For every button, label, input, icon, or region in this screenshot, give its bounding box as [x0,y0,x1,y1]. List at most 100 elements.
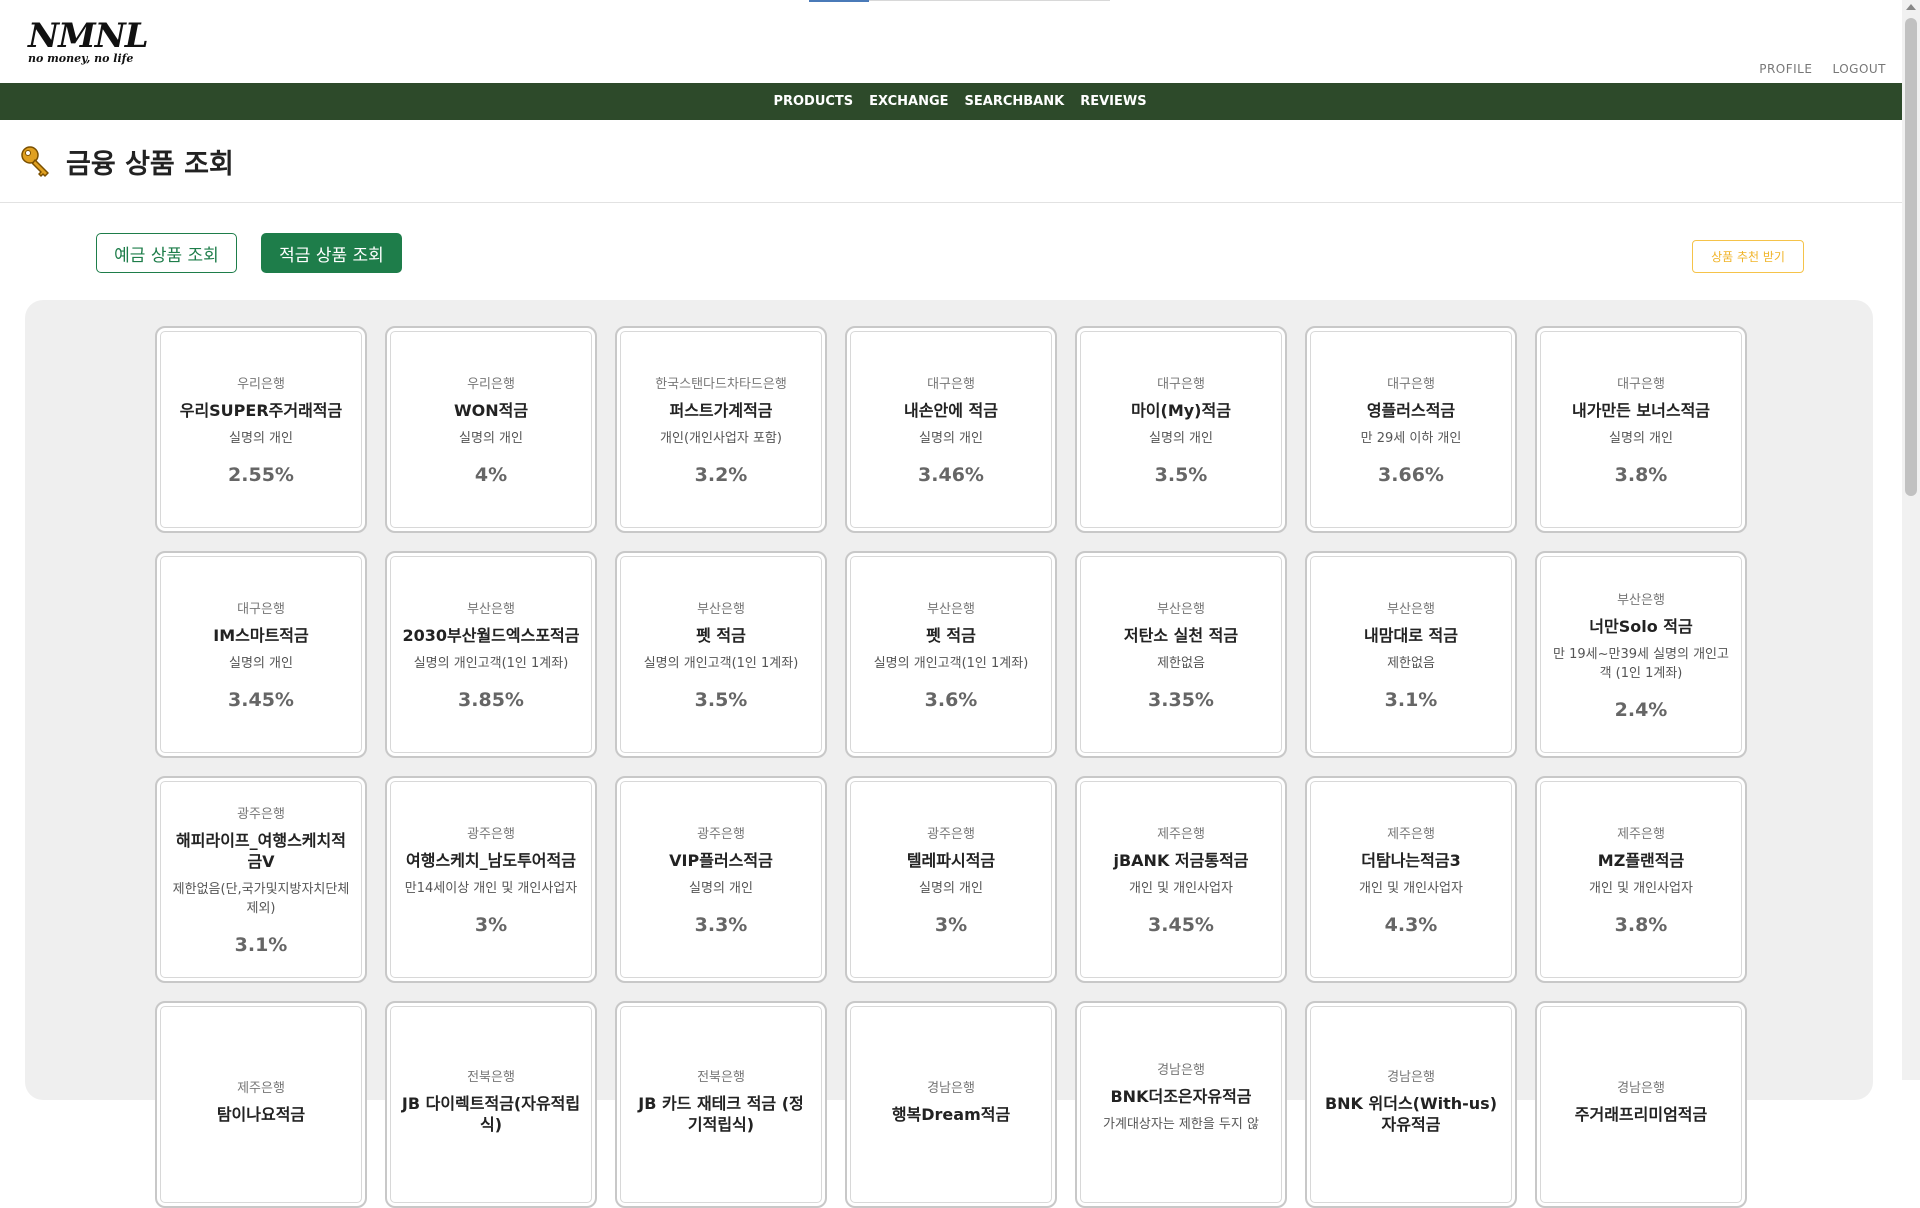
product-name: 해피라이프_여행스케치적금V [176,831,346,871]
product-card[interactable]: 부산은행 내맘대로 적금 제한없음 3.1% [1305,551,1517,758]
product-card[interactable]: 부산은행 너만Solo 적금 만 19세~만39세 실명의 개인고객 (1인 1계좌… [1535,551,1747,758]
product-card[interactable]: 우리은행 WON적금 실명의 개인 4% [385,326,597,533]
product-bank-name: 대구은행 [1387,377,1435,392]
product-name: 내가만든 보너스적금 [1571,401,1711,420]
product-rate: 3.8% [1614,464,1668,486]
product-rate: 3.46% [918,464,984,486]
product-card[interactable]: 제주은행 MZ플랜적금 개인 및 개인사업자 3.8% [1535,776,1747,983]
product-target: 개인 및 개인사업자 [1589,881,1693,896]
nav-searchbank[interactable]: SEARCHBANK [965,94,1065,109]
product-rate: 3.85% [458,689,524,711]
page-scrollbar[interactable] [1902,0,1920,1080]
site-logo[interactable]: NMNL no money, no life [28,16,149,65]
product-target: 실명의 개인 [919,881,983,896]
product-target: 가계대상자는 제한을 두지 않 [1103,1117,1259,1132]
product-rate: 3.45% [1148,914,1214,936]
product-card[interactable]: 경남은행행복Dream적금 [845,1001,1057,1208]
product-name: 더탐나는적금3 [1361,851,1461,870]
product-target: 실명의 개인 [689,881,753,896]
product-name: 행복Dream적금 [891,1104,1011,1124]
product-rate: 3.1% [1384,689,1438,711]
product-card[interactable]: 부산은행 펫 적금 실명의 개인고객(1인 1계좌) 3.6% [845,551,1057,758]
product-card[interactable]: 광주은행 여행스케치_남도투어적금 만14세이상 개인 및 개인사업자 3% [385,776,597,983]
product-name: 마이(My)적금 [1131,401,1231,420]
product-card[interactable]: 한국스탠다드차타드은행퍼스트가계적금개인(개인사업자 포함) 3.2% [615,326,827,533]
product-name: 영플러스적금 [1366,401,1456,420]
product-bank-name: 대구은행 [1157,377,1205,392]
product-name: 너만Solo 적금 [1589,616,1693,636]
product-card[interactable]: 부산은행 저탄소 실천 적금 제한없음 3.35% [1075,551,1287,758]
nav-reviews[interactable]: REVIEWS [1080,94,1146,109]
product-target: 실명의 개인 [229,656,293,671]
scroll-up-icon[interactable] [1906,4,1916,10]
product-name: JB 카드 재테크 적금 (정기적립식) [638,1094,804,1134]
product-target: 실명의 개인고객(1인 1계좌) [873,656,1029,671]
product-bank-name: 광주은행 [467,827,515,842]
top-header: NMNL no money, no life PROFILE LOGOUT [0,0,1920,83]
product-card[interactable]: 부산은행 2030부산월드엑스포적금 실명의 개인고객(1인 1계좌) 3.85% [385,551,597,758]
nav-exchange[interactable]: EXCHANGE [869,94,948,109]
deposit-products-tab[interactable]: 예금 상품 조회 [96,233,237,273]
product-card[interactable]: 부산은행 펫 적금 실명의 개인고객(1인 1계좌) 3.5% [615,551,827,758]
product-target: 실명의 개인고객(1인 1계좌) [643,656,799,671]
logout-link[interactable]: LOGOUT [1832,62,1886,76]
product-rate: 3.6% [924,689,978,711]
product-bank-name: 부산은행 [1387,602,1435,617]
product-target: 개인(개인사업자 포함) [660,431,782,446]
product-card[interactable]: 대구은행 마이(My)적금 실명의 개인 3.5% [1075,326,1287,533]
product-card[interactable]: 광주은행 텔레파시적금 실명의 개인 3% [845,776,1057,983]
product-target: 개인 및 개인사업자 [1359,881,1463,896]
product-name: WON적금 [453,401,529,420]
product-rate: 3.35% [1148,689,1214,711]
product-bank-name: 제주은행 [1157,827,1205,842]
product-bank-name: 경남은행 [927,1080,975,1096]
product-target: 만14세이상 개인 및 개인사업자 [404,881,578,896]
product-card[interactable]: 경남은행 주거래프리미엄적금 [1535,1001,1747,1208]
product-card[interactable]: 대구은행 내가만든 보너스적금 실명의 개인 3.8% [1535,326,1747,533]
product-rate: 3.5% [1154,464,1208,486]
product-name: BNK더조은자유적금 [1110,1087,1252,1106]
product-card[interactable]: 광주은행 해피라이프_여행스케치적금V 제한없음(단,국가및지방자치단체제외) 3.1… [155,776,367,983]
product-target: 실명의 개인 [919,431,983,446]
scroll-thumb[interactable] [1905,18,1917,496]
product-target: 실명의 개인고객(1인 1계좌) [413,656,569,671]
product-bank-name: 경남은행 [1617,1080,1665,1096]
product-target: 제한없음 [1387,656,1435,671]
logo-wordmark: NMNL [28,16,149,56]
product-card[interactable]: 우리은행 우리SUPER주거래적금 실명의 개인 2.55% [155,326,367,533]
product-target: 제한없음 [1157,656,1205,671]
product-rate: 3.8% [1614,914,1668,936]
product-rate: 3.2% [694,464,748,486]
product-card[interactable]: 경남은행 BNK더조은자유적금가계대상자는 제한을 두지 않 [1075,1001,1287,1208]
product-card[interactable]: 경남은행 BNK 위더스(With-us)자유적금 [1305,1001,1517,1208]
product-bank-name: 제주은행 [237,1080,285,1096]
product-card[interactable]: 전북은행 JB 카드 재테크 적금 (정기적립식) [615,1001,827,1208]
product-rate: 3.5% [694,689,748,711]
nav-products[interactable]: PRODUCTS [773,94,853,109]
recommend-button[interactable]: 상품 추천 받기 [1692,240,1804,273]
logo-tagline: no money, no life [28,52,134,65]
product-card[interactable]: 제주은행 탐이나요적금 [155,1001,367,1208]
savings-products-tab[interactable]: 적금 상품 조회 [261,233,402,273]
product-card[interactable]: 대구은행 내손안에 적금 실명의 개인 3.46% [845,326,1057,533]
product-bank-name: 한국스탠다드차타드은행 [655,377,787,392]
product-rate: 3.66% [1378,464,1444,486]
product-bank-name: 대구은행 [927,377,975,392]
product-target: 실명의 개인 [1609,431,1673,446]
product-card[interactable]: 제주은행 jBANK 저금통적금 개인 및 개인사업자 3.45% [1075,776,1287,983]
product-card[interactable]: 전북은행 JB 다이렉트적금(자유적립식) [385,1001,597,1208]
product-bank-name: 경남은행 [1157,1063,1205,1078]
product-bank-name: 경남은행 [1387,1070,1435,1085]
page-title: 금융 상품 조회 [66,148,234,180]
product-rate: 3.3% [694,914,748,936]
product-card[interactable]: 대구은행 영플러스적금 만 29세 이하 개인 3.66% [1305,326,1517,533]
profile-link[interactable]: PROFILE [1759,62,1812,76]
product-card[interactable]: 대구은행 IM스마트적금 실명의 개인 3.45% [155,551,367,758]
product-card[interactable]: 광주은행 VIP플러스적금 실명의 개인 3.3% [615,776,827,983]
product-card[interactable]: 제주은행 더탐나는적금3 개인 및 개인사업자 4.3% [1305,776,1517,983]
product-name: 2030부산월드엑스포적금 [402,626,580,645]
main-navbar: PRODUCTS EXCHANGE SEARCHBANK REVIEWS [0,83,1920,120]
product-name: 퍼스트가계적금 [669,401,773,420]
product-bank-name: 대구은행 [237,602,285,617]
product-bank-name: 부산은행 [697,602,745,617]
